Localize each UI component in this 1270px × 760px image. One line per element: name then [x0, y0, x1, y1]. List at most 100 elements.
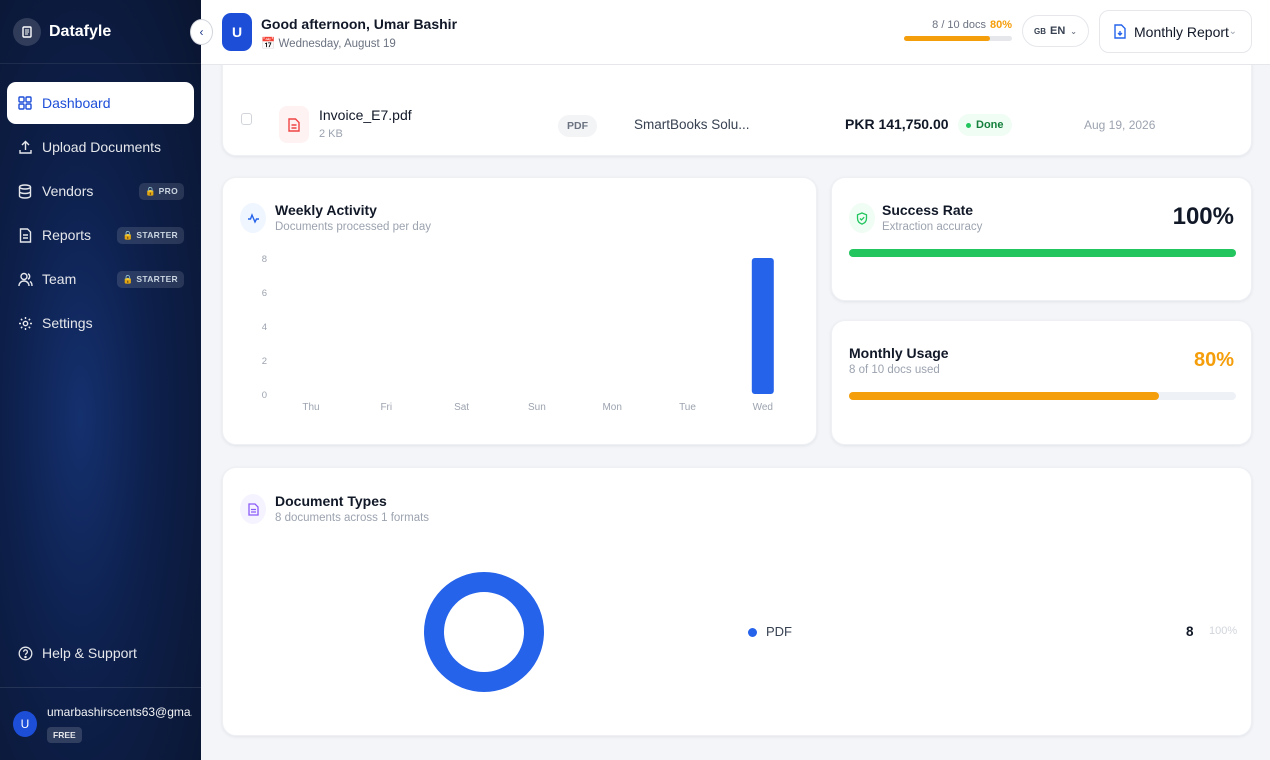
usage-count: 8 / 10 docs — [932, 19, 986, 31]
sidebar-item-label: Settings — [42, 315, 93, 331]
brand-name: Datafyle — [49, 22, 112, 40]
chevron-left-icon: ‹ — [199, 25, 204, 39]
sidebar-item-label: Upload Documents — [42, 139, 162, 155]
legend-dot-pdf — [748, 628, 757, 637]
success-rate-value: 100% — [1172, 203, 1234, 230]
table-row[interactable]: Invoice_E7.pdf 2 KB PDF SmartBooks Solu.… — [223, 71, 1251, 157]
shield-check-icon — [849, 203, 875, 233]
pro-badge: 🔒 PRO — [139, 182, 184, 200]
y-tick-label: 8 — [262, 254, 267, 265]
card-subtitle: 8 documents across 1 formats — [275, 512, 430, 524]
sidebar-nav: Dashboard Upload Documents Vendors 🔒 PRO… — [7, 82, 194, 346]
usage-fill — [904, 36, 991, 41]
usage-track — [904, 36, 1012, 41]
calendar-icon: 📅 — [261, 38, 276, 50]
usage-progress-track — [849, 392, 1236, 400]
weekly-activity-card: Weekly Activity Documents processed per … — [222, 177, 817, 445]
legend-percent: 100% — [1209, 625, 1238, 637]
sidebar-item-upload-documents[interactable]: Upload Documents — [7, 126, 194, 168]
success-progress-fill — [849, 249, 1236, 257]
badge-text: PRO — [158, 185, 178, 196]
usage-progress-fill — [849, 392, 1159, 400]
report-label: Monthly Report — [1134, 23, 1229, 40]
card-title: Weekly Activity — [275, 202, 377, 218]
usage-indicator: 8 / 10 docs 80% — [904, 19, 1012, 41]
x-tick-label: Wed — [753, 402, 773, 413]
sidebar-item-reports[interactable]: Reports 🔒 STARTER — [7, 214, 194, 256]
chevron-down-icon: ⌄ — [1228, 26, 1237, 37]
date-text: Wednesday, August 19 — [278, 38, 396, 50]
x-tick-label: Mon — [602, 402, 621, 413]
help-label: Help & Support — [42, 645, 137, 661]
grid-icon — [17, 95, 33, 111]
y-tick-label: 6 — [262, 288, 267, 299]
user-email: umarbashirscents63@gma... — [47, 705, 192, 719]
card-title: Success Rate — [882, 202, 974, 218]
x-tick-label: Thu — [302, 402, 319, 413]
help-support-link[interactable]: Help & Support — [17, 645, 137, 661]
collapse-sidebar-button[interactable]: ‹ — [190, 19, 213, 45]
users-icon — [17, 271, 33, 287]
success-rate-card: Success Rate Extraction accuracy 100% — [831, 177, 1252, 301]
sidebar-item-label: Team — [42, 271, 77, 287]
starter-badge: 🔒 STARTER — [116, 226, 184, 244]
sidebar-item-team[interactable]: Team 🔒 STARTER — [7, 258, 194, 300]
user-profile[interactable]: U umarbashirscents63@gma... FREE — [0, 687, 201, 760]
x-tick-label: Sat — [454, 402, 469, 413]
flag-icon: GB — [1034, 26, 1046, 36]
document-amount: PKR 141,750.00 — [845, 116, 949, 132]
starter-badge: 🔒 STARTER — [116, 270, 184, 288]
x-tick-label: Sun — [528, 402, 546, 413]
logo-icon — [13, 17, 41, 46]
status-badge: Done — [958, 114, 1012, 136]
monthly-usage-card: Monthly Usage 8 of 10 docs used 80% — [831, 320, 1252, 445]
badge-text: STARTER — [136, 229, 178, 240]
file-type-badge: PDF — [558, 115, 597, 137]
current-date: 📅 Wednesday, August 19 — [261, 36, 396, 50]
card-subtitle: Extraction accuracy — [882, 221, 983, 233]
greeting: Good afternoon, Umar Bashir — [261, 16, 458, 32]
brand[interactable]: Datafyle — [0, 0, 201, 64]
document-types-donut-chart — [424, 572, 544, 692]
x-tick-label: Tue — [679, 402, 696, 413]
document-name[interactable]: Invoice_E7.pdf — [319, 107, 412, 123]
sidebar-item-vendors[interactable]: Vendors 🔒 PRO — [7, 170, 194, 212]
legend-label: PDF — [766, 624, 792, 639]
card-title: Document Types — [275, 493, 387, 509]
chevron-down-icon: ⌄ — [1070, 26, 1077, 36]
avatar: U — [13, 711, 37, 737]
database-icon — [17, 183, 33, 199]
avatar[interactable]: U — [222, 13, 252, 51]
sidebar-item-dashboard[interactable]: Dashboard — [7, 82, 194, 124]
usage-percent: 80% — [989, 19, 1012, 31]
plan-badge: FREE — [47, 727, 82, 743]
card-title: Monthly Usage — [849, 345, 949, 361]
sidebar-item-label: Vendors — [42, 183, 94, 199]
gear-icon — [17, 315, 33, 331]
sidebar: Datafyle Dashboard Upload Documents Vend… — [0, 0, 201, 760]
weekly-bar-chart: 0 2 4 6 8 Thu Fri Sat Sun Mon Tue Wed — [262, 254, 774, 413]
sidebar-item-settings[interactable]: Settings — [7, 302, 194, 344]
success-progress-track — [849, 249, 1236, 257]
activity-icon — [240, 203, 266, 233]
language-selector[interactable]: GB EN ⌄ — [1022, 15, 1089, 47]
y-tick-label: 4 — [262, 322, 267, 333]
status-text: Done — [976, 119, 1004, 131]
bar-wed[interactable] — [751, 258, 774, 394]
badge-text: STARTER — [136, 273, 178, 284]
sidebar-item-label: Dashboard — [42, 95, 111, 111]
donut-slice-pdf[interactable] — [424, 572, 544, 692]
vendor-name: SmartBooks Solu... — [634, 117, 750, 132]
legend-count: 8 — [1186, 624, 1194, 639]
report-icon — [17, 227, 33, 243]
monthly-report-button[interactable]: Monthly Report ⌄ — [1099, 10, 1252, 53]
top-header: U Good afternoon, Umar Bashir 📅 Wednesda… — [201, 0, 1270, 65]
row-checkbox[interactable] — [241, 113, 252, 125]
document-icon — [1114, 24, 1126, 39]
document-icon — [240, 494, 266, 524]
x-tick-label: Fri — [380, 402, 392, 413]
language-code: EN — [1050, 25, 1066, 37]
card-subtitle: 8 of 10 docs used — [849, 364, 940, 376]
card-subtitle: Documents processed per day — [275, 221, 431, 233]
upload-icon — [17, 139, 33, 155]
